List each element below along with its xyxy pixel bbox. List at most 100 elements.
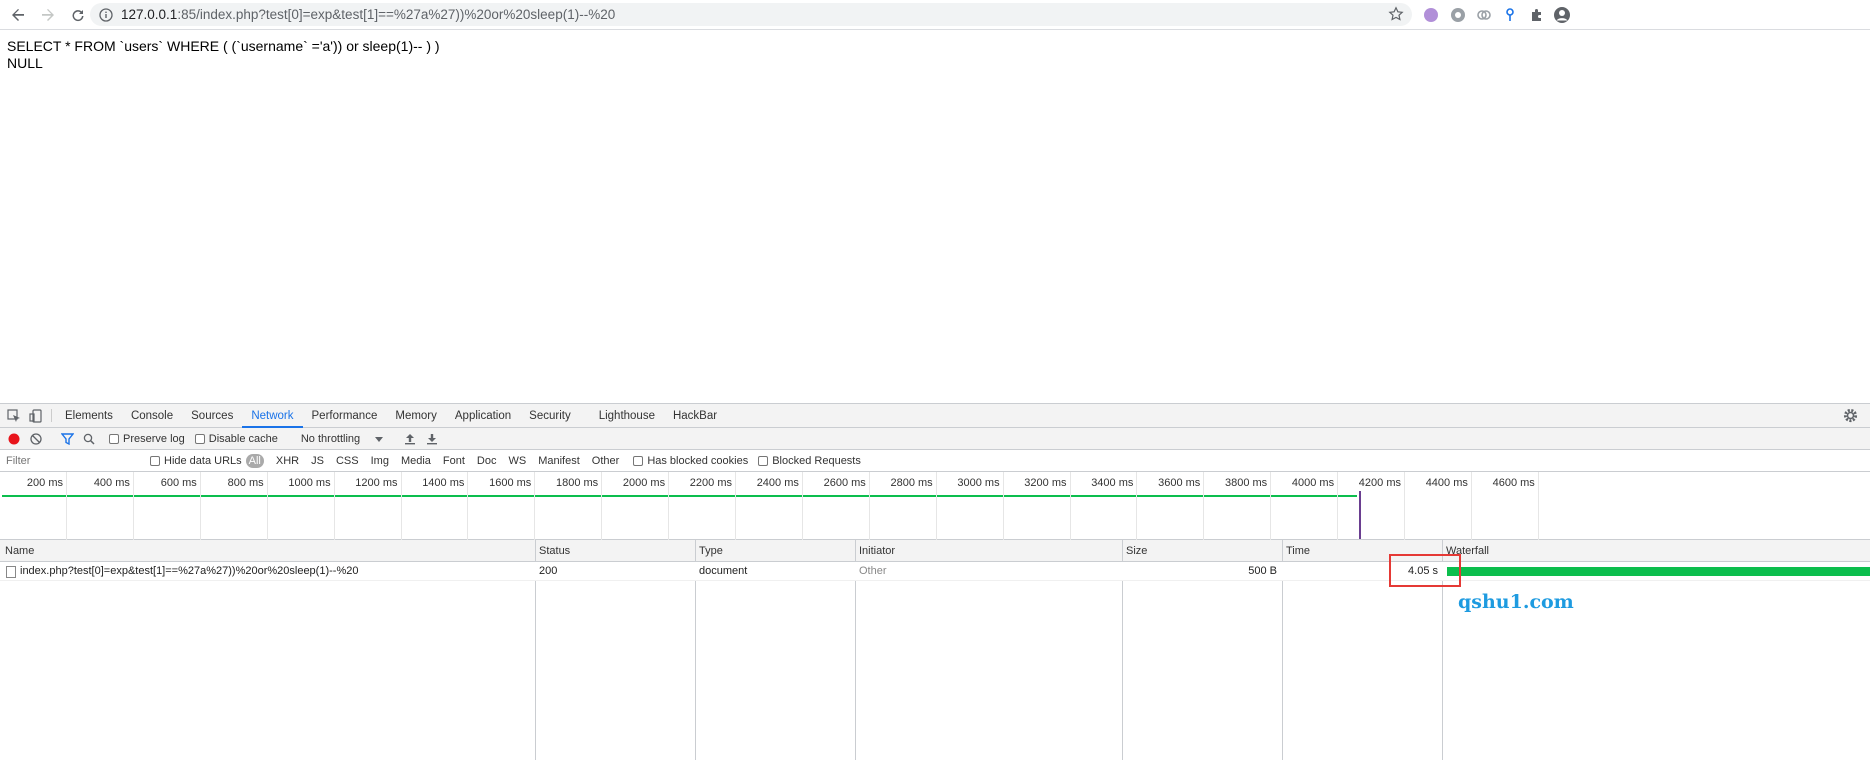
- timeline-tick-label: 4400 ms: [1425, 477, 1468, 489]
- waterfall-bar: [1447, 567, 1870, 576]
- tab-lighthouse[interactable]: Lighthouse: [590, 404, 664, 427]
- devtools-tab-bar: Elements Console Sources Network Perform…: [0, 404, 1870, 428]
- type-filter-xhr[interactable]: XHR: [273, 454, 302, 468]
- tab-elements[interactable]: Elements: [56, 404, 122, 427]
- table-header: [0, 540, 1870, 562]
- type-filter-ws[interactable]: WS: [505, 454, 529, 468]
- filter-icon[interactable]: [56, 432, 78, 445]
- column-header-time[interactable]: Time: [1286, 545, 1310, 557]
- timeline-load-marker: [1359, 491, 1361, 539]
- tab-console[interactable]: Console: [122, 404, 182, 427]
- back-icon: [12, 8, 24, 21]
- tab-hackbar[interactable]: HackBar: [664, 404, 726, 427]
- timeline-request-bar: [2, 495, 1357, 497]
- url-host: 127.0.0.1: [121, 7, 178, 22]
- record-icon: [8, 433, 20, 444]
- type-filter-font[interactable]: Font: [440, 454, 468, 468]
- extension-pin-icon[interactable]: [1500, 5, 1520, 25]
- info-icon[interactable]: [99, 7, 113, 22]
- requests-table: Name Status Type Initiator Size Time Wat…: [0, 540, 1870, 760]
- type-filter-manifest[interactable]: Manifest: [535, 454, 583, 468]
- timeline-tick-label: 3000 ms: [957, 477, 1000, 489]
- star-icon[interactable]: [1388, 6, 1404, 25]
- request-size: 500 B: [1248, 565, 1277, 577]
- tab-security[interactable]: Security: [520, 404, 580, 427]
- profile-icon[interactable]: [1552, 5, 1572, 25]
- forward-icon: [42, 8, 54, 21]
- export-har-icon[interactable]: [421, 433, 443, 445]
- type-filter-all[interactable]: All: [245, 453, 264, 468]
- timeline-tick-label: 200 ms: [26, 477, 63, 489]
- search-icon[interactable]: [78, 433, 100, 445]
- has-blocked-cookies-checkbox[interactable]: Has blocked cookies: [633, 455, 748, 467]
- request-name[interactable]: index.php?test[0]=exp&test[1]==%27a%27))…: [20, 565, 358, 577]
- blocked-requests-label: Blocked Requests: [772, 454, 861, 467]
- disable-cache-label: Disable cache: [208, 432, 278, 445]
- timeline-tick-label: 2000 ms: [622, 477, 666, 489]
- record-button[interactable]: [3, 433, 25, 445]
- blocked-requests-checkbox[interactable]: Blocked Requests: [758, 455, 861, 467]
- type-filter-js[interactable]: JS: [308, 454, 327, 468]
- timeline-tick-label: 4200 ms: [1358, 477, 1401, 489]
- throttling-select[interactable]: No throttling: [301, 433, 384, 445]
- timeline-tick-label: 2600 ms: [823, 477, 866, 489]
- extension-icon[interactable]: [1527, 5, 1547, 25]
- disable-cache-checkbox[interactable]: Disable cache: [194, 432, 278, 445]
- forward-button[interactable]: [35, 2, 61, 28]
- timeline-tick-label: 800 ms: [227, 477, 264, 489]
- has-blocked-cookies-label: Has blocked cookies: [647, 454, 749, 467]
- preserve-log-checkbox[interactable]: Preserve log: [109, 433, 185, 445]
- reload-button[interactable]: [65, 2, 91, 28]
- result-text: NULL: [7, 55, 43, 71]
- settings-gear-icon[interactable]: [1843, 408, 1858, 426]
- back-button[interactable]: [5, 2, 31, 28]
- tab-network[interactable]: Network: [242, 404, 303, 428]
- chevron-down-icon: [375, 436, 384, 442]
- tab-memory[interactable]: Memory: [386, 404, 446, 427]
- timeline-tick-label: 1200 ms: [355, 477, 398, 489]
- inspect-element-icon[interactable]: [3, 404, 25, 427]
- filter-input[interactable]: [2, 451, 142, 470]
- checkbox-box: [633, 455, 644, 466]
- hide-data-urls-checkbox[interactable]: Hide data URLs: [150, 455, 242, 467]
- extension-gear-icon[interactable]: [1448, 5, 1468, 25]
- extension-purple-icon[interactable]: [1421, 5, 1441, 25]
- type-filter-css[interactable]: CSS: [333, 454, 362, 468]
- type-filter-doc[interactable]: Doc: [474, 454, 500, 468]
- column-header-type[interactable]: Type: [699, 545, 723, 557]
- timeline-overview[interactable]: 200 ms 400 ms 600 ms 800 ms 1000 ms 1200 ms 14…: [0, 472, 1870, 540]
- column-header-status[interactable]: Status: [539, 545, 570, 557]
- request-status: 200: [539, 565, 558, 577]
- url-path: :85/index.php?test[0]=exp&test[1]==%27a%…: [177, 7, 616, 22]
- checkbox-box: [758, 455, 769, 466]
- page-output: SELECT * FROM `users` WHERE ( (`username…: [7, 38, 440, 72]
- browser-toolbar: 127.0.0.1:85/index.php?test[0]=exp&test[…: [0, 0, 1870, 30]
- timeline-tick-label: 3400 ms: [1091, 477, 1134, 489]
- throttling-value: No throttling: [300, 432, 361, 445]
- timeline-tick-label: 1400 ms: [422, 477, 465, 489]
- import-har-icon[interactable]: [399, 433, 421, 445]
- clear-button[interactable]: [25, 432, 47, 445]
- timeline-tick-label: 1000 ms: [288, 477, 331, 489]
- type-filter-other[interactable]: Other: [589, 454, 623, 468]
- type-filter-media[interactable]: Media: [398, 454, 434, 468]
- column-header-name[interactable]: Name: [5, 545, 34, 557]
- column-header-size[interactable]: Size: [1126, 545, 1147, 557]
- column-header-initiator[interactable]: Initiator: [859, 545, 895, 557]
- checkbox-box: [150, 455, 160, 466]
- tab-performance[interactable]: Performance: [303, 404, 387, 427]
- tab-sources[interactable]: Sources: [182, 404, 242, 427]
- timeline-tick-label: 600 ms: [160, 477, 197, 489]
- timeline-tick-label: 400 ms: [93, 477, 130, 489]
- request-type: document: [699, 565, 748, 577]
- network-toolbar: Preserve log Disable cache No throttling: [0, 428, 1870, 450]
- tab-application[interactable]: Application: [446, 404, 520, 427]
- type-filter-img[interactable]: Img: [368, 454, 392, 468]
- address-bar[interactable]: 127.0.0.1:85/index.php?test[0]=exp&test[…: [90, 3, 1412, 26]
- timeline-tick-label: 2200 ms: [689, 477, 732, 489]
- timeline-tick-label: 4000 ms: [1291, 477, 1335, 489]
- device-toolbar-icon[interactable]: [25, 404, 47, 427]
- timeline-tick-label: 1800 ms: [555, 477, 599, 489]
- tab-separator: [51, 409, 52, 422]
- extension-link-icon[interactable]: [1474, 5, 1494, 25]
